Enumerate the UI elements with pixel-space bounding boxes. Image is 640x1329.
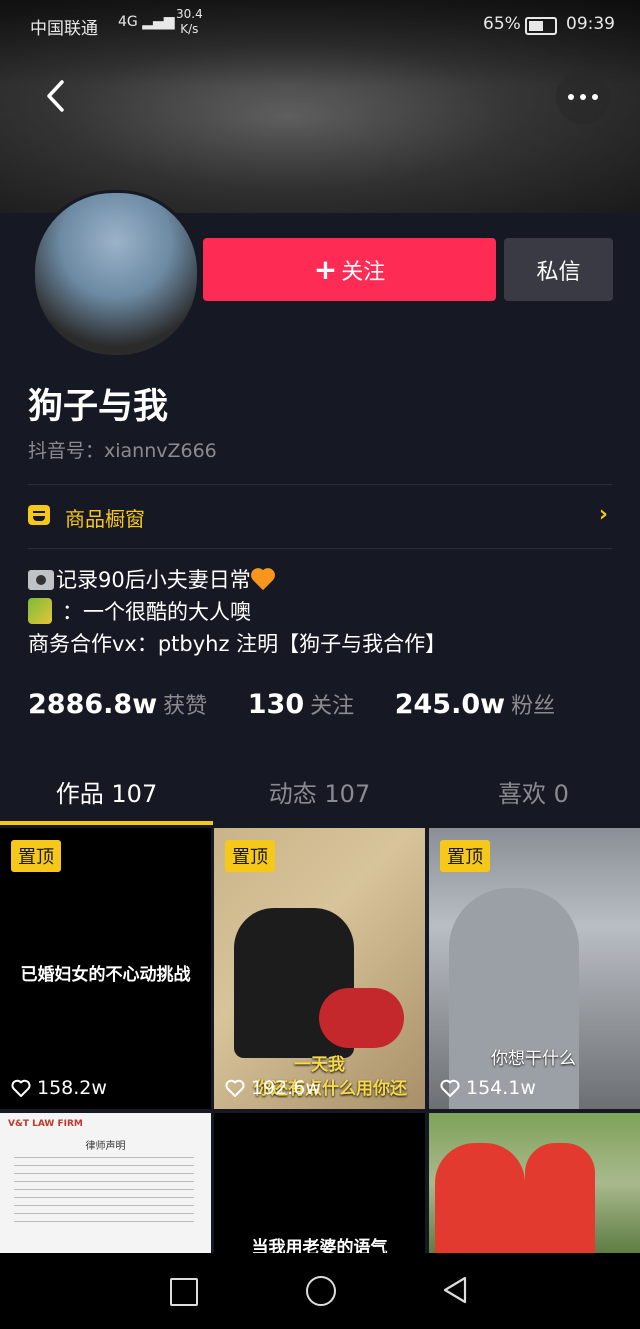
like-count: 192.6w: [225, 1077, 321, 1099]
back-button[interactable]: [30, 70, 82, 122]
like-count: 158.2w: [11, 1077, 107, 1099]
followers-count[interactable]: 245.0w: [395, 689, 505, 720]
chevron-right-icon: ›: [598, 502, 608, 527]
douyin-id: 抖音号：xiannvZ666: [28, 440, 217, 462]
followers-label[interactable]: 粉丝: [511, 694, 555, 719]
bio-line: 商务合作vx：ptbyhz 注明【狗子与我合作】: [28, 632, 447, 656]
video-figure: [449, 888, 579, 1109]
follow-button[interactable]: + 关注: [203, 238, 496, 301]
document-text-lines: [14, 1157, 194, 1227]
video-thumbnail[interactable]: 置顶 你想干什么 154.1w: [429, 828, 640, 1109]
tab-likes[interactable]: 喜欢 0: [427, 774, 640, 809]
video-caption: 已婚妇女的不心动挑战: [20, 965, 191, 985]
heart-outline-icon: [11, 1079, 31, 1097]
camera-icon: [28, 570, 54, 590]
follow-label: 关注: [341, 259, 386, 285]
shop-window-row[interactable]: 商品橱窗 ›: [28, 498, 612, 538]
heart-outline-icon: [440, 1079, 460, 1097]
divider: [28, 484, 612, 485]
message-label: 私信: [536, 259, 581, 285]
clock: 09:39: [566, 14, 615, 34]
video-basin: [319, 988, 404, 1048]
following-label[interactable]: 关注: [310, 694, 354, 719]
video-caption: 当我用老婆的语气: [251, 1238, 388, 1253]
chevron-left-icon: [47, 80, 64, 112]
shop-label: 商品橱窗: [65, 507, 145, 531]
content-tabs: 作品 107 动态 107 喜欢 0: [0, 760, 640, 824]
bio: 记录90后小夫妻日常 ：一个很酷的大人噢 商务合作vx：ptbyhz 注明【狗子…: [28, 564, 446, 660]
more-button[interactable]: [556, 70, 610, 124]
heart-outline-icon: [225, 1079, 245, 1097]
tab-works[interactable]: 作品 107: [0, 774, 213, 809]
pinned-badge: 置顶: [225, 840, 275, 872]
bio-line: ：一个很酷的大人噢: [28, 596, 446, 628]
network-speed: 30.4 K/s: [176, 7, 203, 36]
video-caption: 一天我: [294, 1055, 345, 1075]
active-tab-indicator: [0, 821, 213, 825]
recent-apps-button[interactable]: [170, 1278, 198, 1306]
tab-posts[interactable]: 动态 107: [213, 774, 426, 809]
video-thumbnail[interactable]: 置顶 已婚妇女的不心动挑战 158.2w: [0, 828, 211, 1109]
carrier-label: 中国联通: [30, 19, 98, 39]
following-count[interactable]: 130: [248, 689, 304, 720]
video-thumbnail[interactable]: 当我用老婆的语气: [214, 1113, 425, 1253]
nickname: 狗子与我: [28, 387, 169, 427]
shop-icon: [28, 505, 50, 525]
system-nav-bar: [0, 1253, 640, 1329]
network-indicator: 4G ▂▄▆: [118, 14, 175, 30]
document-title: 律师声明: [85, 1141, 126, 1152]
pinned-badge: 置顶: [440, 840, 490, 872]
pinned-badge: 置顶: [11, 840, 61, 872]
battery-icon: [525, 17, 557, 35]
video-figure: [435, 1143, 525, 1253]
like-count: 154.1w: [440, 1077, 536, 1099]
stats-row: 2886.8w 获赞 130 关注 245.0w 粉丝: [28, 688, 555, 720]
avatar[interactable]: [32, 190, 200, 358]
video-caption: 你想干什么: [491, 1049, 576, 1069]
video-thumbnail[interactable]: 置顶 一天我 你还有点什么用你还 192.6w: [214, 828, 425, 1109]
status-bar: 中国联通 4G ▂▄▆ 30.4 K/s 65% 09:39: [0, 7, 640, 42]
likes-count: 2886.8w: [28, 689, 158, 720]
document-firm: V&T LAW FIRM: [8, 1119, 83, 1129]
bio-line: 记录90后小夫妻日常: [28, 564, 446, 596]
video-figure: [525, 1143, 595, 1253]
scarf-emoji-icon: [28, 598, 52, 624]
message-button[interactable]: 私信: [504, 238, 613, 301]
heart-emoji-icon: [251, 569, 277, 591]
video-thumbnail[interactable]: [429, 1113, 640, 1253]
plus-icon: +: [313, 253, 338, 286]
likes-label: 获赞: [163, 694, 208, 719]
more-dots-icon: [568, 94, 574, 100]
video-thumbnail[interactable]: V&T LAW FIRM 律师声明: [0, 1113, 211, 1253]
battery-percent: 65%: [483, 14, 521, 34]
back-triangle-icon[interactable]: [441, 1275, 469, 1305]
home-button[interactable]: [306, 1276, 336, 1306]
divider: [28, 548, 612, 549]
